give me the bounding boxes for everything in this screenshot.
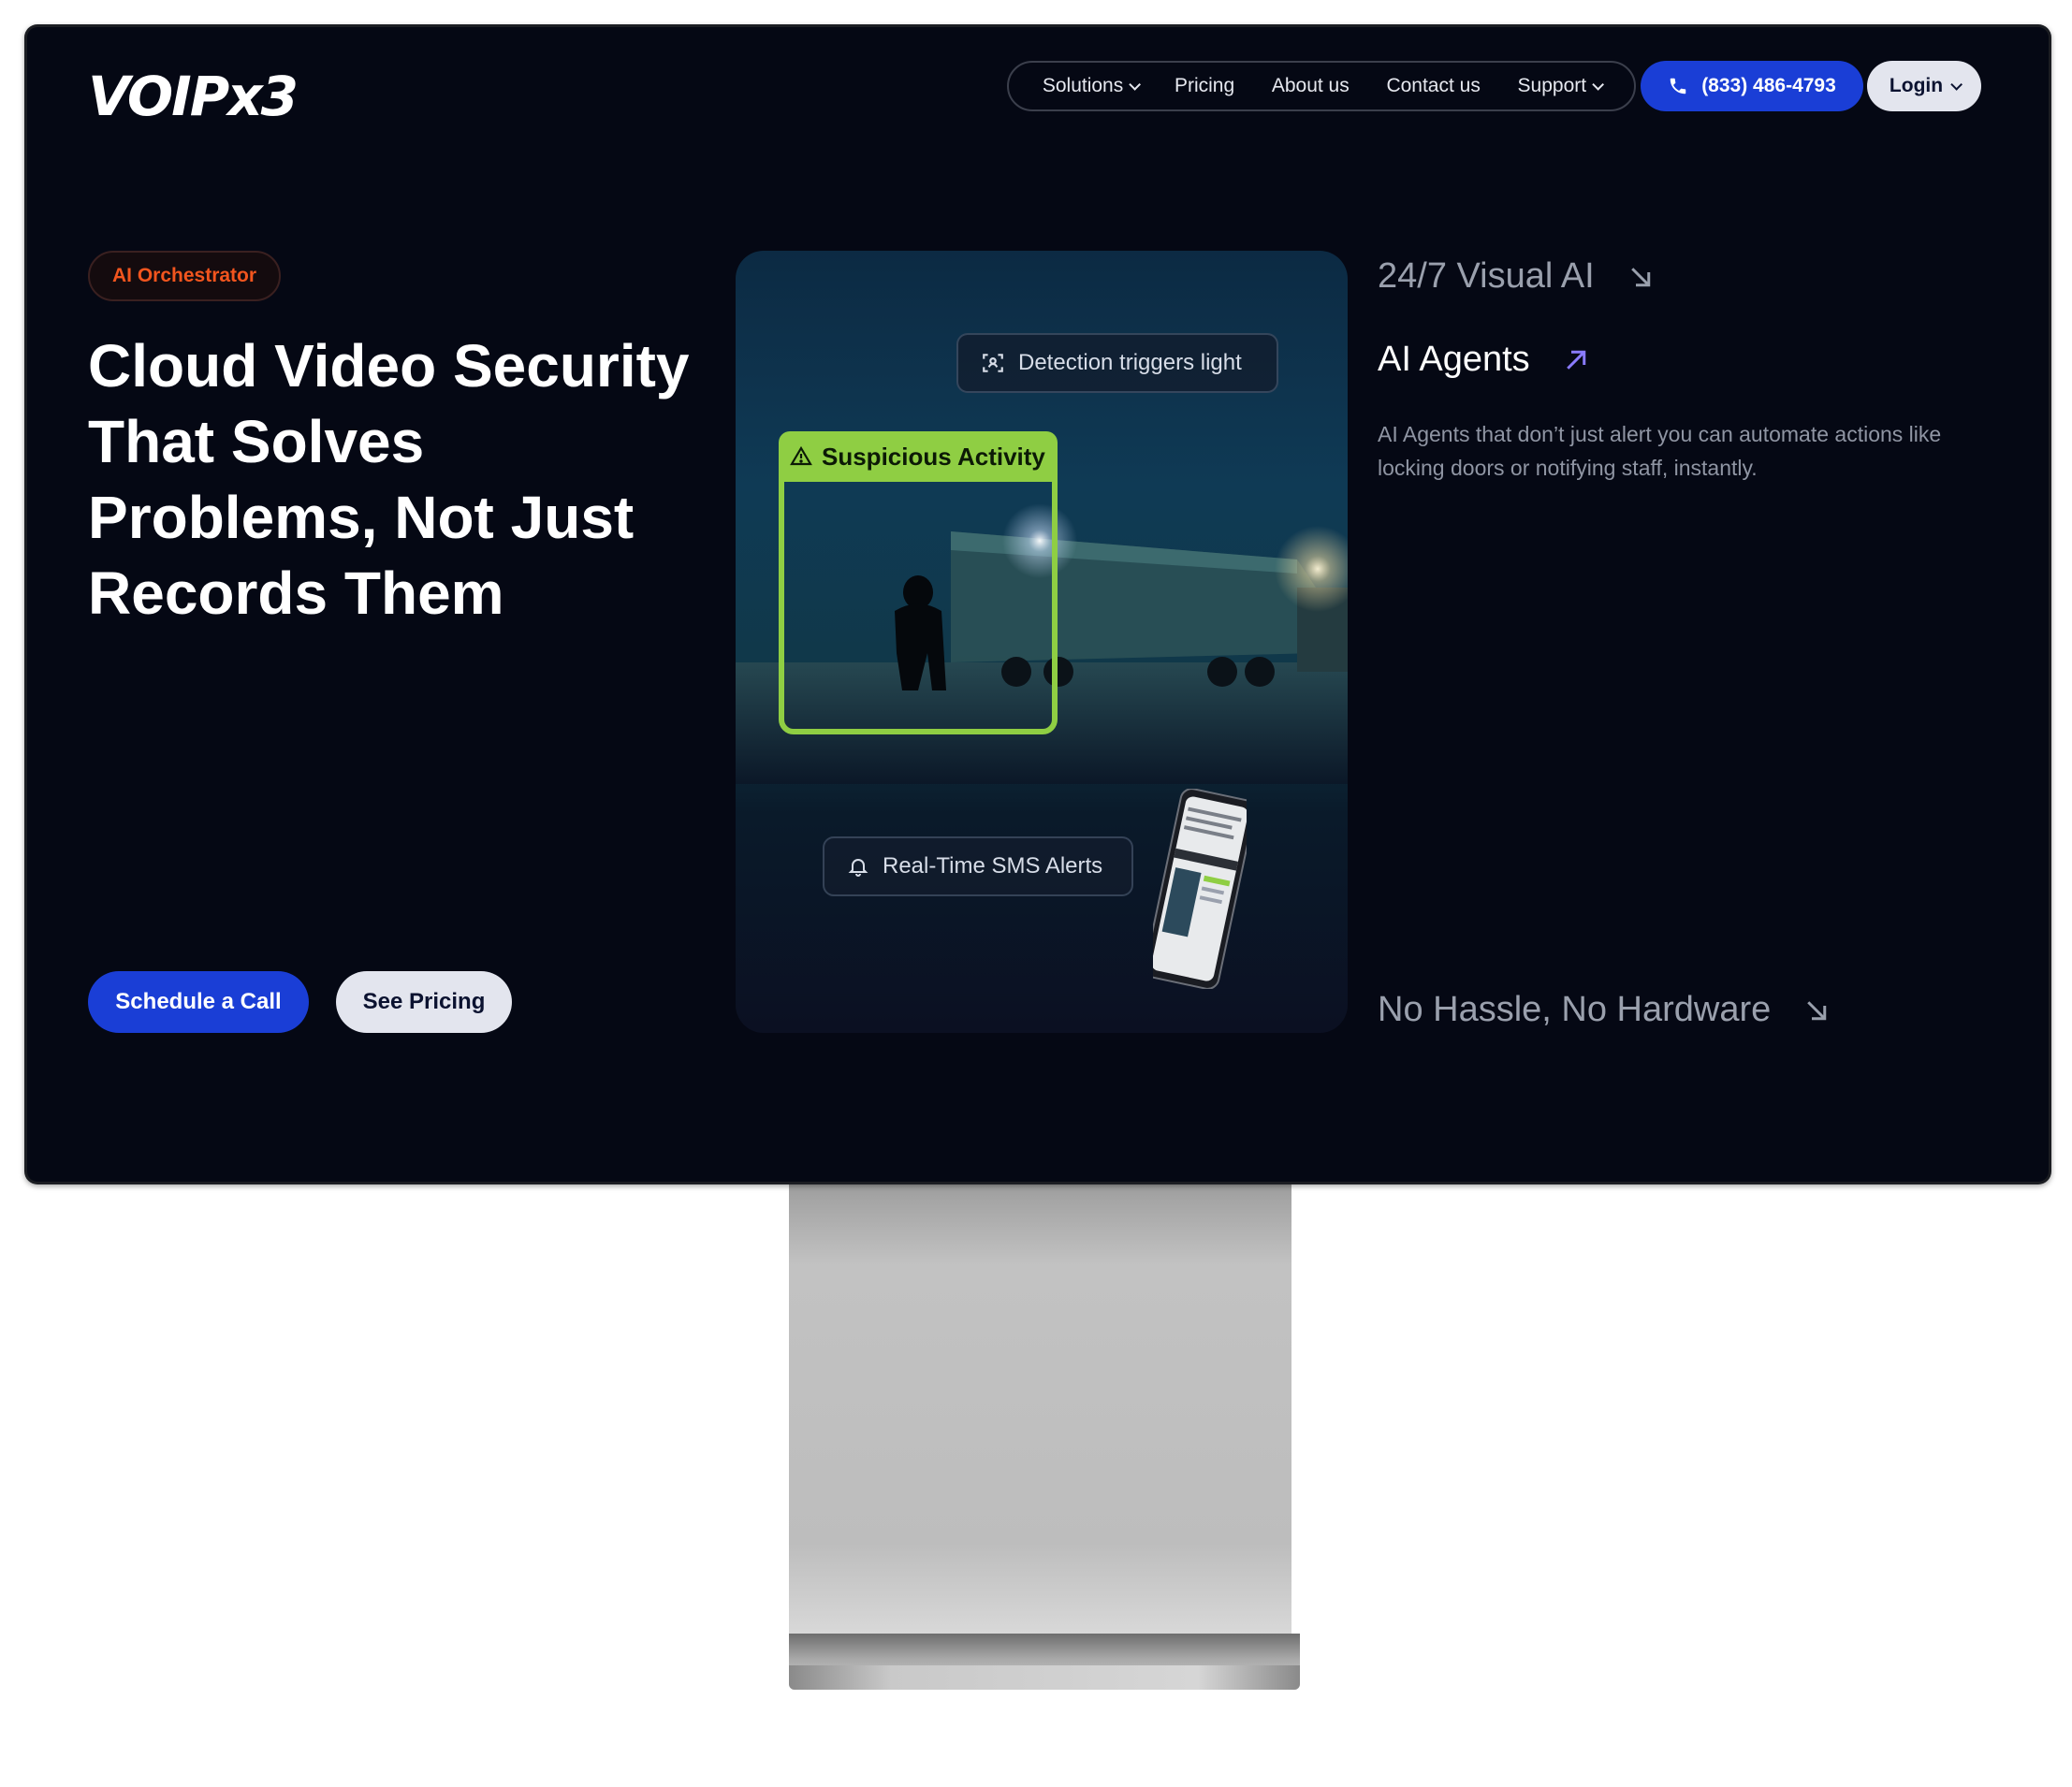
nav-item-label: Contact us [1386,75,1481,96]
monitor-stand-foot [789,1665,1300,1690]
monitor-screen: VOIPx3 Solutions Pricing About us Contac… [27,27,2049,1182]
warning-triangle-icon [790,445,812,466]
feature-title: 24/7 Visual AI [1378,256,1595,296]
arrow-down-right-icon [1630,267,1650,286]
see-pricing-button[interactable]: See Pricing [336,971,512,1033]
suspicious-activity-text: Suspicious Activity [822,442,1045,471]
security-camera-media: Detection triggers light Suspicious Acti… [736,251,1348,1033]
chevron-down-icon [1950,78,1963,91]
phone-number: (833) 486-4793 [1701,75,1836,96]
sms-pill-text: Real-Time SMS Alerts [883,853,1103,879]
nav-item-support[interactable]: Support [1517,75,1605,97]
feature-no-hardware[interactable]: No Hassle, No Hardware [1378,990,1831,1030]
nav-item-about-us[interactable]: About us [1272,75,1350,97]
nav-item-label: Pricing [1174,75,1235,96]
feature-ai-agents[interactable]: AI Agents [1378,340,1590,380]
bell-icon [848,859,868,877]
nav-item-contact-us[interactable]: Contact us [1386,75,1480,97]
brand-logo[interactable]: VOIPx3 [88,65,299,128]
arrow-up-right-icon [1566,350,1585,370]
ai-orchestrator-badge: AI Orchestrator [88,251,282,301]
detection-triggers-light-pill: Detection triggers light [956,333,1278,393]
nav-item-label: Support [1517,75,1587,96]
detection-pill-text: Detection triggers light [1018,350,1242,375]
feature-title: AI Agents [1378,340,1530,379]
smartphone-alert-image [1153,789,1247,989]
hero-headline: Cloud Video Security That Solves Problem… [88,332,690,627]
page: VOIPx3 Solutions Pricing About us Contac… [0,0,2072,1787]
feature-visual-ai[interactable]: 24/7 Visual AI [1378,256,1655,297]
suspicious-activity-label: Suspicious Activity [779,431,1058,482]
nav-item-pricing[interactable]: Pricing [1175,75,1234,97]
nav-item-label: About us [1271,75,1350,96]
scan-face-icon [983,354,1003,372]
chevron-down-icon [1592,78,1605,91]
feature-ai-agents-description: AI Agents that don’t just alert you can … [1378,422,1942,480]
monitor-stand-neck [789,1184,1291,1634]
phone-call-button[interactable]: (833) 486-4793 [1641,61,1863,111]
phone-icon [1670,78,1686,94]
schedule-call-button[interactable]: Schedule a Call [88,971,309,1033]
chevron-down-icon [1129,78,1142,91]
arrow-down-right-icon [1807,1000,1827,1020]
login-button[interactable]: Login [1867,61,1981,111]
feature-title: No Hassle, No Hardware [1378,990,1772,1029]
main-nav: Solutions Pricing About us Contact us Su… [1007,61,1636,111]
real-time-sms-alerts-pill: Real-Time SMS Alerts [823,836,1133,896]
nav-item-solutions[interactable]: Solutions [1042,75,1142,97]
monitor-frame: VOIPx3 Solutions Pricing About us Contac… [24,24,2051,1184]
login-label: Login [1889,75,1944,96]
nav-item-label: Solutions [1042,75,1124,96]
